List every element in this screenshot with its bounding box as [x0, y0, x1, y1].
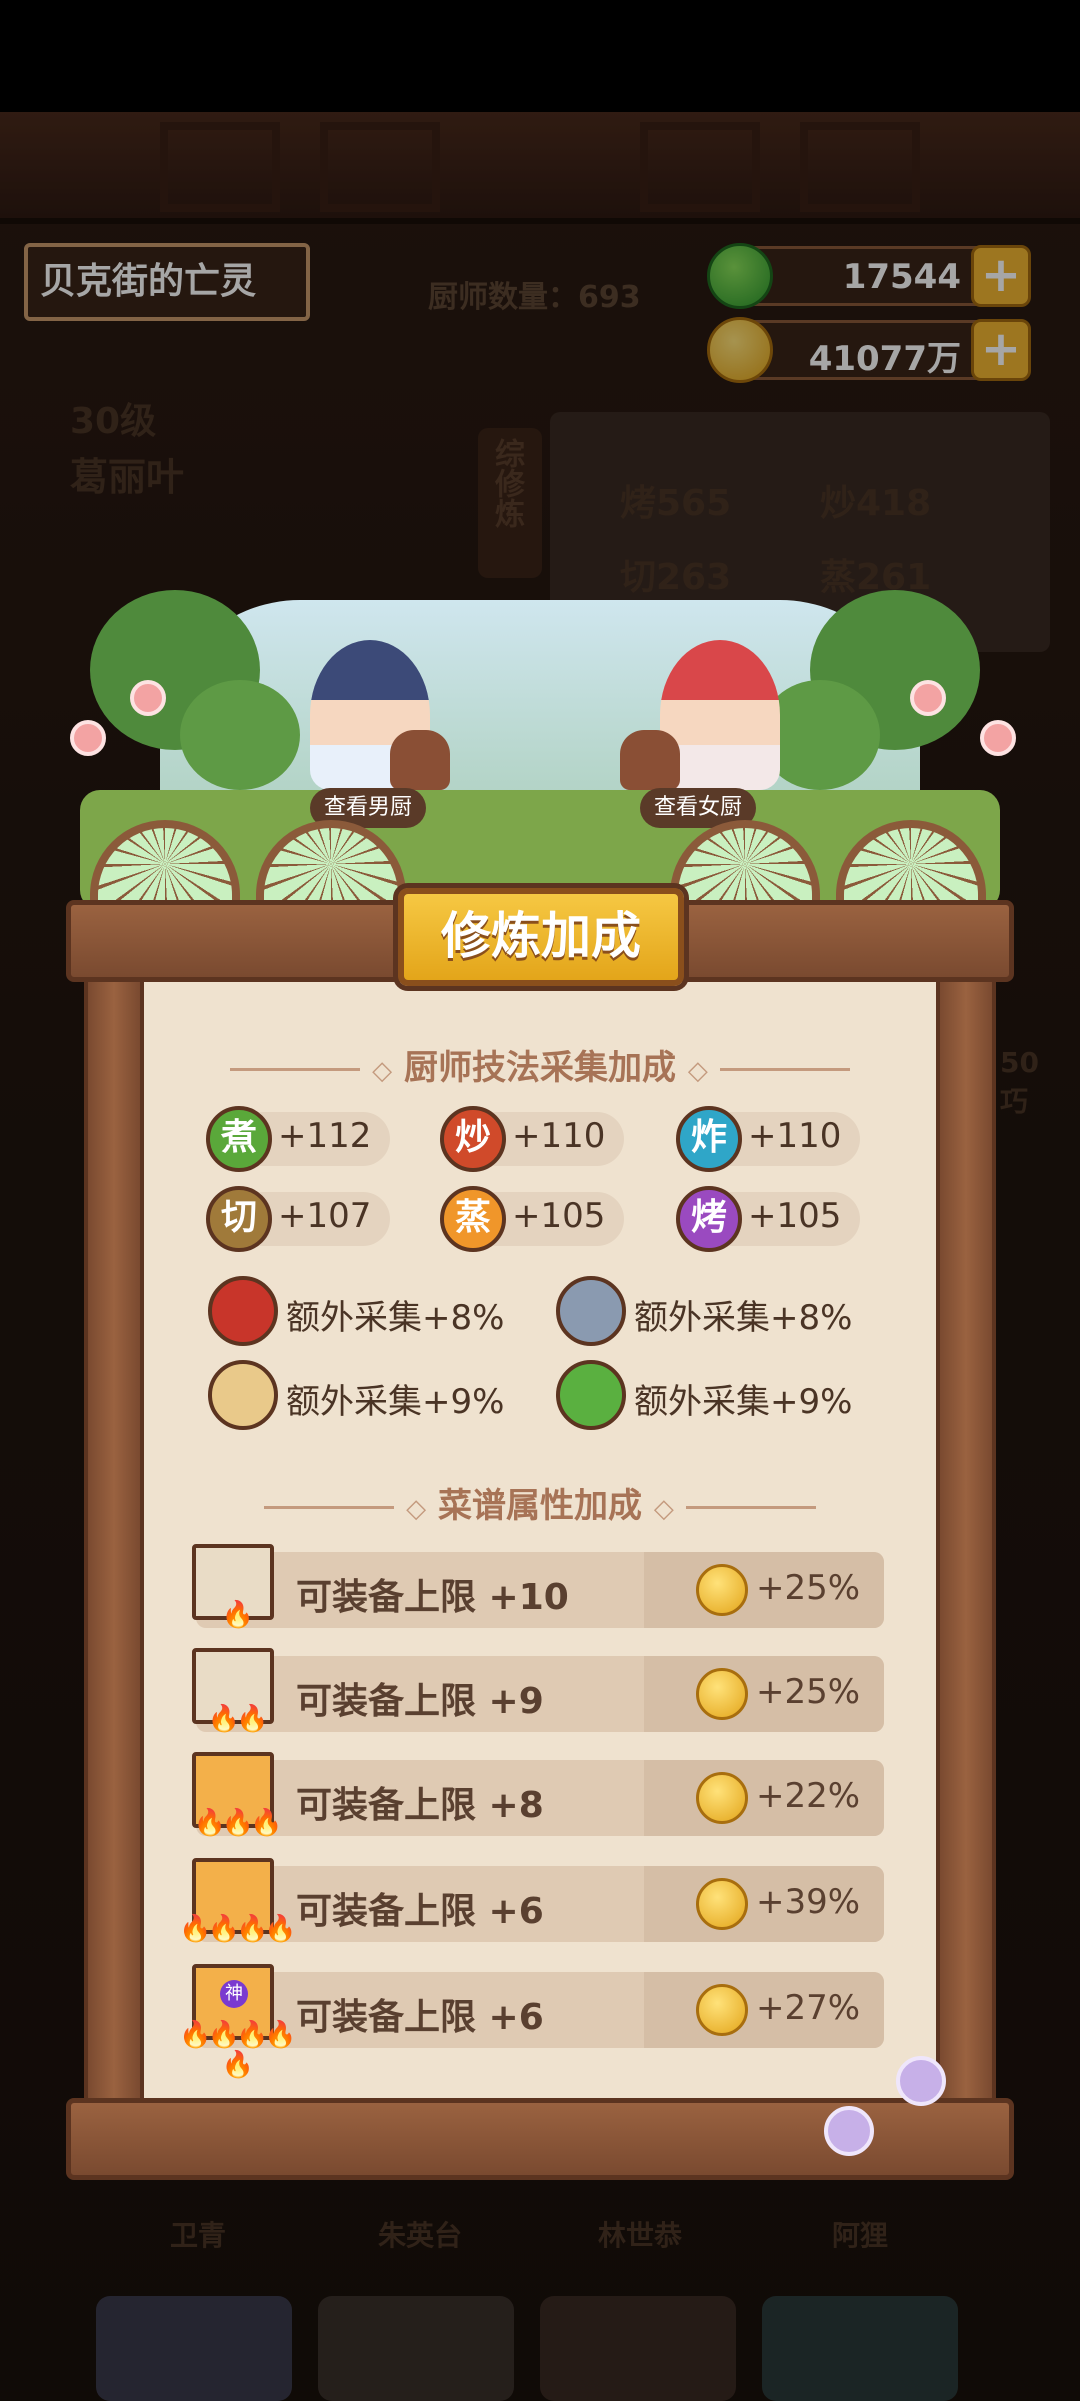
skill-bonus: 炒 +110 — [440, 1106, 624, 1172]
flour-icon — [208, 1360, 278, 1430]
meat-icon — [208, 1276, 278, 1346]
skill-icon: 煮 — [206, 1106, 272, 1172]
equip-limit-text: 可装备上限 +6 — [296, 1891, 544, 1932]
recipe-bonus-row: 可装备上限 +9 +25% — [196, 1656, 884, 1732]
skill-bonus: 烤 +105 — [676, 1186, 860, 1252]
coin-icon — [696, 1984, 748, 2036]
coin-bonus-percent: +39% — [756, 1882, 861, 1922]
fence-arch — [90, 820, 240, 900]
flame-rating: 🔥 — [221, 1600, 254, 1630]
coin-icon — [696, 1564, 748, 1616]
equip-limit-text: 可装备上限 +8 — [296, 1785, 544, 1826]
skill-icon: 炸 — [676, 1106, 742, 1172]
flame-rating: 🔥🔥🔥🔥🔥 — [179, 2020, 297, 2080]
extra-collect-text: 额外采集+8% — [286, 1298, 505, 1338]
rocking-horse — [620, 730, 680, 790]
flower — [824, 2106, 874, 2156]
skill-value: +112 — [278, 1116, 372, 1156]
board-post-left — [84, 960, 144, 2110]
equip-limit-text: 可装备上限 +10 — [296, 1577, 569, 1618]
blossom — [70, 720, 106, 756]
equip-limit-text: 可装备上限 +9 — [296, 1681, 544, 1722]
tree — [180, 680, 300, 790]
skill-icon: 蒸 — [440, 1186, 506, 1252]
skill-bonus: 炸 +110 — [676, 1106, 860, 1172]
skill-bonus: 煮 +112 — [206, 1106, 390, 1172]
board-post-right — [936, 960, 996, 2110]
skill-value: +105 — [748, 1196, 842, 1236]
rocking-horse — [390, 730, 450, 790]
recipe-book-icon: 🔥🔥🔥 — [188, 1752, 283, 1842]
recipe-book-icon: 🔥 — [188, 1544, 278, 1634]
coin-bonus-percent: +27% — [756, 1988, 861, 2028]
god-badge: 神 — [220, 1980, 248, 2008]
flame-rating: 🔥🔥🔥 — [193, 1808, 282, 1838]
status-bar — [0, 0, 1080, 112]
skill-icon: 烤 — [676, 1186, 742, 1252]
skill-bonus: 切 +107 — [206, 1186, 390, 1252]
coin-icon — [696, 1878, 748, 1930]
recipe-book-icon: 🔥🔥🔥🔥 — [179, 1858, 297, 1948]
blossom — [980, 720, 1016, 756]
skill-icon: 切 — [206, 1186, 272, 1252]
coin-bonus-percent: +25% — [756, 1568, 861, 1608]
flame-rating: 🔥🔥 — [207, 1704, 269, 1734]
skill-value: +110 — [512, 1116, 606, 1156]
flower — [896, 2056, 946, 2106]
recipe-book-icon: 神 🔥🔥🔥🔥🔥 — [179, 1964, 297, 2080]
vegetable-icon — [556, 1360, 626, 1430]
blossom — [130, 680, 166, 716]
flame-rating: 🔥🔥🔥🔥 — [179, 1914, 297, 1944]
skill-value: +107 — [278, 1196, 372, 1236]
skill-value: +110 — [748, 1116, 842, 1156]
skill-icon: 炒 — [440, 1106, 506, 1172]
skill-value: +105 — [512, 1196, 606, 1236]
panel-title: 修炼加成 — [398, 888, 684, 986]
coin-bonus-percent: +22% — [756, 1776, 861, 1816]
recipe-bonus-row: 可装备上限 +8 +22% — [196, 1760, 884, 1836]
fence-arch — [836, 820, 986, 900]
blossom — [910, 680, 946, 716]
fence-arch — [670, 820, 820, 900]
recipe-book-icon: 🔥🔥 — [188, 1648, 278, 1738]
fish-icon — [556, 1276, 626, 1346]
recipe-bonus-row: 可装备上限 +10 +25% — [196, 1552, 884, 1628]
equip-limit-text: 可装备上限 +6 — [296, 1997, 544, 2038]
skill-bonus: 蒸 +105 — [440, 1186, 624, 1252]
recipe-bonus-row: 可装备上限 +6 +27% — [196, 1972, 884, 2048]
recipe-bonus-row: 可装备上限 +6 +39% — [196, 1866, 884, 1942]
extra-collect-text: 额外采集+9% — [634, 1382, 853, 1422]
extra-collect-text: 额外采集+8% — [634, 1298, 853, 1338]
extra-collect-text: 额外采集+9% — [286, 1382, 505, 1422]
recipe-section-title: ◇ 菜谱属性加成 ◇ — [144, 1478, 936, 1527]
coin-bonus-percent: +25% — [756, 1672, 861, 1712]
skill-section-title: ◇ 厨师技法采集加成 ◇ — [144, 1040, 936, 1089]
fence-arch — [256, 820, 406, 900]
coin-icon — [696, 1772, 748, 1824]
coin-icon — [696, 1668, 748, 1720]
